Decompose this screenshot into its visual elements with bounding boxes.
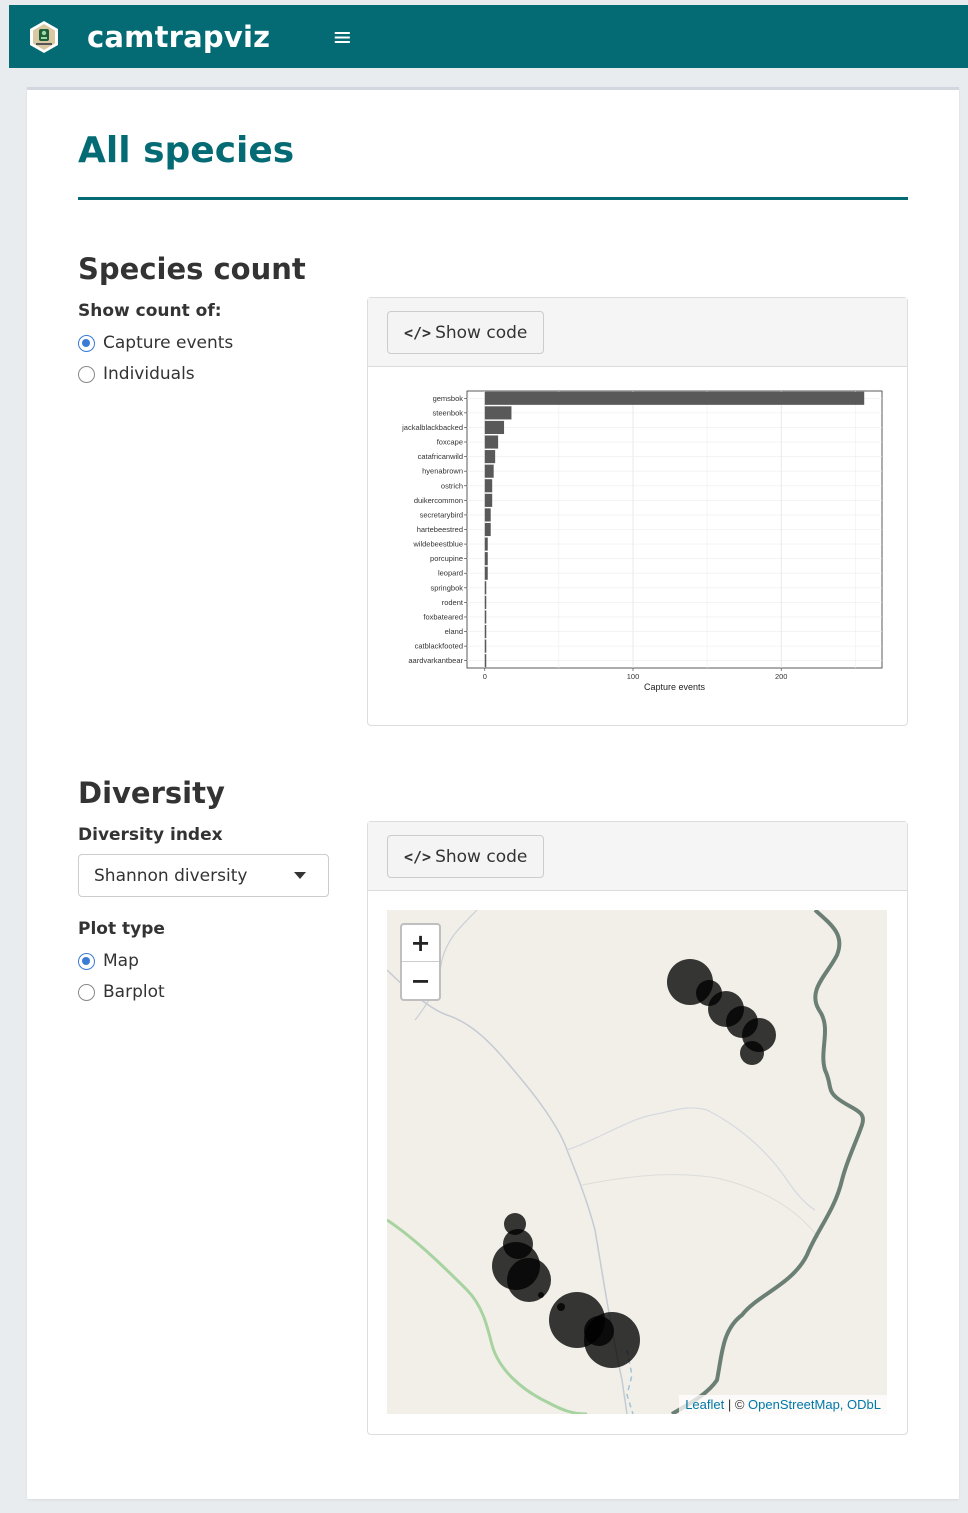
y-tick-label: aardvarkantbear	[408, 656, 463, 665]
y-tick-label: foxbateared	[423, 612, 463, 621]
radio-label: Capture events	[103, 333, 234, 353]
y-tick-label: steenbok	[433, 408, 464, 417]
radio-map[interactable]: Map	[78, 951, 139, 971]
bar-ostrich	[484, 479, 493, 493]
x-axis-label: Capture events	[644, 682, 706, 692]
osm-link[interactable]: OpenStreetMap, ODbL	[748, 1397, 881, 1412]
code-icon: </>	[404, 847, 432, 866]
y-tick-label: rodent	[442, 598, 464, 607]
radio-individuals[interactable]: Individuals	[78, 364, 195, 384]
species-count-card: </> Show code gemsbok steenbok jackalblack…	[367, 297, 908, 726]
select-value: Shannon diversity	[94, 865, 248, 886]
radio-label: Individuals	[103, 364, 195, 384]
page-title: All species	[78, 130, 295, 171]
attribution-separator: | ©	[724, 1397, 749, 1412]
zoom-control: + −	[400, 923, 441, 1001]
bar-catblackfooted	[484, 639, 487, 653]
diversity-card: </> Show code + − Leaflet | © OpenStreet…	[367, 821, 908, 1435]
app-logo-icon	[27, 20, 61, 54]
diversity-heading: Diversity	[78, 776, 225, 810]
bar-hyenabrown	[484, 464, 494, 478]
radio-dot-selected[interactable]	[78, 334, 95, 352]
card-header: </> Show code	[368, 822, 907, 891]
bar-secretarybird	[484, 508, 491, 522]
y-tick-label: catblackfooted	[415, 642, 463, 651]
y-tick-label: foxcape	[437, 438, 463, 447]
radio-label: Barplot	[103, 982, 165, 1002]
card-header: </> Show code	[368, 298, 907, 367]
species-count-heading: Species count	[78, 252, 306, 286]
y-tick-label: hyenabrown	[422, 467, 463, 476]
y-tick-label: porcupine	[430, 554, 463, 563]
app-brand[interactable]: camtrapviz	[87, 20, 270, 54]
y-tick-label: leopard	[438, 569, 463, 578]
bar-porcupine	[484, 552, 488, 566]
show-code-label: Show code	[435, 846, 528, 867]
diversity-index-select[interactable]: Shannon diversity	[78, 854, 329, 897]
radio-label: Map	[103, 951, 139, 971]
map-tiles[interactable]	[387, 910, 887, 1414]
x-tick-label: 100	[627, 672, 640, 681]
top-navbar: camtrapviz ≡	[9, 5, 968, 68]
species-bar-chart: gemsbok steenbok jackalblackbacked foxcape c…	[401, 390, 883, 692]
diversity-markers	[492, 959, 776, 1368]
bar-leopard	[484, 566, 488, 580]
y-tick-label: catafricanwild	[418, 452, 463, 461]
y-tick-label: gemsbok	[433, 394, 464, 403]
map-attribution: Leaflet | © OpenStreetMap, ODbL	[679, 1395, 887, 1414]
show-code-button[interactable]: </> Show code	[387, 311, 545, 354]
bar-springbok	[484, 581, 487, 595]
bar-foxbateared	[484, 610, 487, 624]
y-tick-label: ostrich	[441, 481, 463, 490]
bar-aardvarkantbear	[484, 654, 487, 668]
y-tick-label: wildebeestblue	[412, 540, 463, 549]
radio-dot[interactable]	[78, 983, 95, 1001]
hamburger-icon[interactable]: ≡	[332, 25, 352, 49]
diversity-index-label: Diversity index	[78, 825, 223, 845]
x-tick-label: 200	[775, 672, 788, 681]
chevron-down-icon	[294, 872, 306, 879]
bar-catafricanwild	[484, 450, 496, 464]
bar-rodent	[484, 595, 487, 609]
code-icon: </>	[404, 323, 432, 342]
y-tick-label: springbok	[430, 583, 463, 592]
bar-jackalblackbacked	[484, 420, 505, 435]
bar-eland	[484, 624, 487, 639]
diversity-map[interactable]: + − Leaflet | © OpenStreetMap, ODbL	[387, 910, 887, 1414]
zoom-in-button[interactable]: +	[402, 925, 439, 962]
bar-wildebeestblue	[484, 537, 488, 551]
main-panel: All species Species count Show count of:…	[27, 87, 959, 1499]
radio-dot[interactable]	[78, 365, 95, 383]
show-code-button[interactable]: </> Show code	[387, 835, 545, 878]
plot-type-label: Plot type	[78, 919, 165, 939]
bar-foxcape	[484, 435, 499, 449]
bar-duikercommon	[484, 493, 493, 507]
y-tick-label: secretarybird	[420, 510, 463, 519]
bar-steenbok	[484, 406, 512, 420]
count-control-label: Show count of:	[78, 301, 222, 321]
x-tick-label: 0	[483, 672, 487, 681]
radio-barplot[interactable]: Barplot	[78, 982, 165, 1002]
bar-gemsbok	[484, 391, 865, 405]
leaflet-link[interactable]: Leaflet	[685, 1397, 724, 1412]
y-tick-label: hartebeestred	[417, 525, 463, 534]
bar-hartebeestred	[484, 522, 491, 537]
y-tick-label: eland	[445, 627, 463, 636]
title-divider	[78, 197, 908, 200]
zoom-out-button[interactable]: −	[402, 962, 439, 999]
radio-dot-selected[interactable]	[78, 952, 95, 970]
radio-capture-events[interactable]: Capture events	[78, 333, 233, 353]
y-tick-label: duikercommon	[414, 496, 463, 505]
show-code-label: Show code	[435, 322, 528, 343]
y-tick-label: jackalblackbacked	[401, 423, 463, 432]
